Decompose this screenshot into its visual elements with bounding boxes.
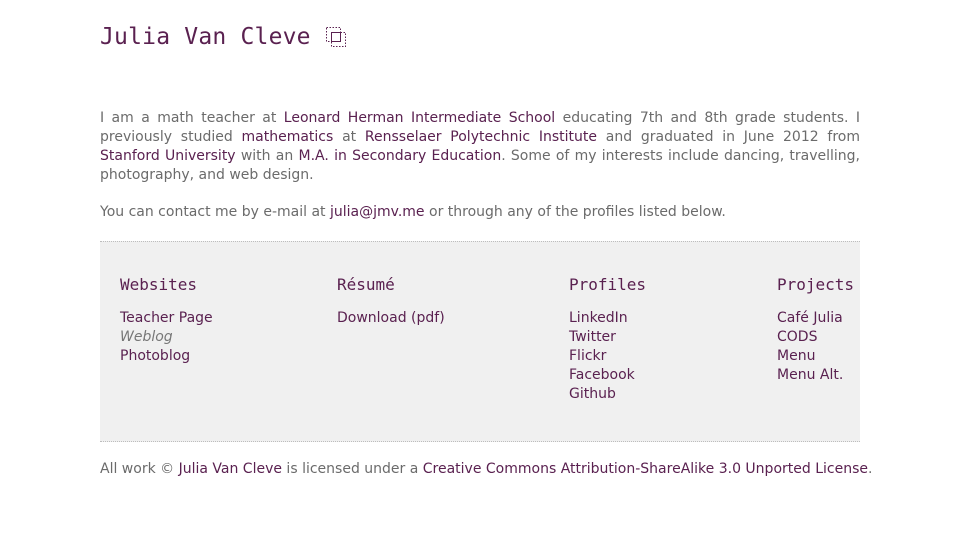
projects-section: Projects Café Julia CODS Menu Menu Alt. — [777, 275, 854, 385]
intro-text-1: I am a math teacher at — [100, 110, 284, 126]
cafe-julia-link[interactable]: Café Julia — [777, 310, 843, 326]
resume-download-link[interactable]: Download (pdf) — [337, 310, 445, 326]
intro-paragraph: I am a math teacher at Leonard Herman In… — [100, 109, 860, 185]
mathematics-link[interactable]: mathematics — [242, 129, 334, 145]
list-item: Github — [569, 385, 646, 404]
linkedin-link[interactable]: LinkedIn — [569, 310, 628, 326]
contact-text-2: or through any of the profiles listed be… — [424, 204, 726, 220]
license-footer: All work © Julia Van Cleve is licensed u… — [100, 460, 900, 479]
contact-text-1: You can contact me by e-mail at — [100, 204, 330, 220]
list-item: Weblog — [120, 328, 213, 347]
ma-link[interactable]: M.A. in Secondary Education — [299, 148, 502, 164]
intro-text-5: with an — [235, 148, 299, 164]
contact-paragraph: You can contact me by e-mail at julia@jm… — [100, 203, 860, 222]
profiles-heading: Profiles — [569, 275, 647, 294]
list-item: LinkedIn — [569, 309, 646, 328]
resume-section: Résumé Download (pdf) — [337, 275, 445, 328]
list-item: Flickr — [569, 347, 646, 366]
projects-list: Café Julia CODS Menu Menu Alt. — [777, 309, 854, 385]
flickr-link[interactable]: Flickr — [569, 348, 606, 364]
facebook-link[interactable]: Facebook — [569, 367, 635, 383]
footer-text-2: is licensed under a — [281, 461, 423, 477]
list-item: Menu — [777, 347, 854, 366]
list-item: Download (pdf) — [337, 309, 445, 328]
cods-link[interactable]: CODS — [777, 329, 817, 345]
dotted-squares-icon — [325, 26, 347, 48]
profiles-list: LinkedIn Twitter Flickr Facebook Github — [569, 309, 646, 404]
resume-heading: Résumé — [337, 275, 395, 294]
list-item: Café Julia — [777, 309, 854, 328]
school-link[interactable]: Leonard Herman Intermediate School — [284, 110, 555, 126]
list-item: Menu Alt. — [777, 366, 854, 385]
page-title-text: Julia Van Cleve — [100, 24, 311, 50]
projects-heading: Projects — [777, 275, 855, 294]
github-link[interactable]: Github — [569, 386, 616, 402]
stanford-link[interactable]: Stanford University — [100, 148, 236, 164]
footer-text-1: All work © — [100, 461, 179, 477]
menu-link[interactable]: Menu — [777, 348, 815, 364]
page-title: Julia Van Cleve — [100, 24, 347, 50]
photoblog-link[interactable]: Photoblog — [120, 348, 190, 364]
intro-text-3: at — [333, 129, 365, 145]
intro-text-4: and graduated in June 2012 from — [597, 129, 860, 145]
page: Julia Van Cleve I am a math teacher at L… — [0, 0, 961, 554]
email-link[interactable]: julia@jmv.me — [330, 204, 425, 220]
license-link[interactable]: Creative Commons Attribution-ShareAlike … — [423, 461, 868, 477]
links-panel: Websites Teacher Page Weblog Photoblog R… — [100, 241, 860, 442]
resume-list: Download (pdf) — [337, 309, 445, 328]
websites-list: Teacher Page Weblog Photoblog — [120, 309, 213, 366]
twitter-link[interactable]: Twitter — [569, 329, 616, 345]
rpi-link[interactable]: Rensselaer Polytechnic Institute — [365, 129, 597, 145]
list-item: Twitter — [569, 328, 646, 347]
profiles-section: Profiles LinkedIn Twitter Flickr Faceboo… — [569, 275, 646, 404]
menu-alt-link[interactable]: Menu Alt. — [777, 367, 843, 383]
list-item: Photoblog — [120, 347, 213, 366]
list-item: Teacher Page — [120, 309, 213, 328]
author-link[interactable]: Julia Van Cleve — [179, 461, 282, 477]
list-item: Facebook — [569, 366, 646, 385]
websites-heading: Websites — [120, 275, 198, 294]
teacher-page-link[interactable]: Teacher Page — [120, 310, 213, 326]
footer-text-3: . — [867, 461, 873, 477]
list-item: CODS — [777, 328, 854, 347]
websites-section: Websites Teacher Page Weblog Photoblog — [120, 275, 213, 366]
weblog-link[interactable]: Weblog — [120, 329, 173, 345]
